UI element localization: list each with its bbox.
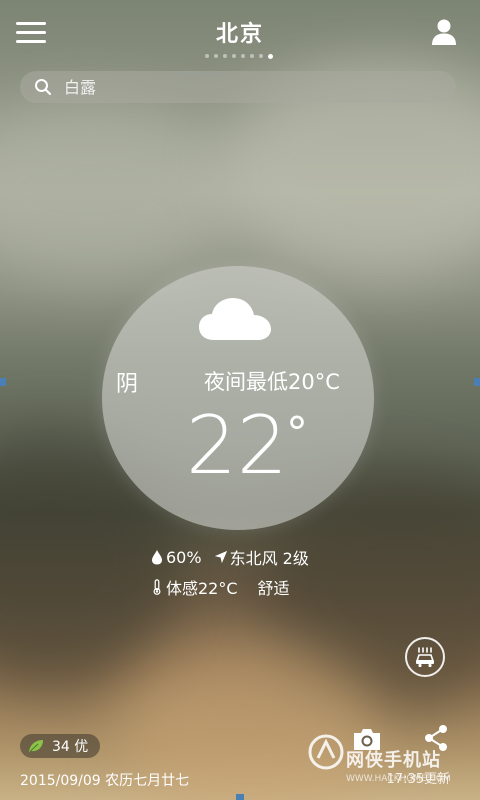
camera-icon[interactable] bbox=[352, 727, 382, 751]
detail-row-humidity-wind: 60% 东北风 2级 bbox=[150, 546, 309, 568]
search-input[interactable] bbox=[62, 76, 426, 98]
car-wash-button[interactable] bbox=[405, 637, 445, 677]
background-blur bbox=[0, 100, 240, 280]
weather-details: 60% 东北风 2级 体感22°C 舒适 bbox=[150, 546, 309, 606]
page-dot bbox=[214, 54, 218, 58]
page-dot bbox=[205, 54, 209, 58]
page-dot bbox=[259, 54, 263, 58]
feels-like-value: 体感22°C bbox=[166, 579, 238, 598]
page-dot-active bbox=[268, 54, 273, 59]
updated-time: 17:35更新 bbox=[386, 772, 450, 787]
city-title[interactable]: 北京 bbox=[0, 16, 480, 48]
edge-marker bbox=[236, 794, 244, 800]
edge-marker bbox=[474, 378, 480, 386]
detail-row-feels-like: 体感22°C 舒适 bbox=[150, 576, 309, 598]
page-dot bbox=[232, 54, 236, 58]
search-icon bbox=[35, 79, 52, 96]
page-dot bbox=[250, 54, 254, 58]
thermometer-icon bbox=[153, 579, 161, 595]
weather-circle[interactable]: 阴 夜间最低20°C 22 ° bbox=[102, 266, 374, 530]
humidity-value: 60% bbox=[166, 547, 202, 567]
car-wash-icon bbox=[416, 647, 434, 668]
current-temperature: 22 bbox=[186, 399, 288, 492]
weather-condition: 阴 bbox=[116, 372, 139, 397]
air-quality-value: 34 优 bbox=[52, 739, 89, 755]
wind-direction-icon bbox=[214, 550, 227, 564]
page-dot bbox=[241, 54, 245, 58]
night-low-temperature: 夜间最低20°C bbox=[204, 370, 340, 394]
comfort-value: 舒适 bbox=[257, 579, 290, 598]
search-bar[interactable] bbox=[20, 71, 456, 103]
date-label: 2015/09/09 农历七月廿七 bbox=[20, 773, 190, 789]
degree-symbol: ° bbox=[286, 408, 308, 459]
share-icon[interactable] bbox=[424, 724, 448, 752]
wind-value: 东北风 2级 bbox=[229, 549, 309, 568]
cloud-icon bbox=[199, 298, 271, 340]
top-bar: 北京 bbox=[0, 0, 480, 64]
user-icon[interactable] bbox=[430, 18, 458, 46]
page-indicator bbox=[205, 54, 273, 59]
watermark-logo bbox=[308, 734, 344, 770]
edge-marker bbox=[0, 378, 6, 386]
weather-app: 北京 阴 夜间最低20°C 22 ° bbox=[0, 0, 480, 800]
page-dot bbox=[223, 54, 227, 58]
air-quality-badge[interactable]: 34 优 bbox=[20, 734, 101, 758]
water-drop-icon bbox=[152, 550, 162, 565]
leaf-icon bbox=[29, 740, 43, 752]
